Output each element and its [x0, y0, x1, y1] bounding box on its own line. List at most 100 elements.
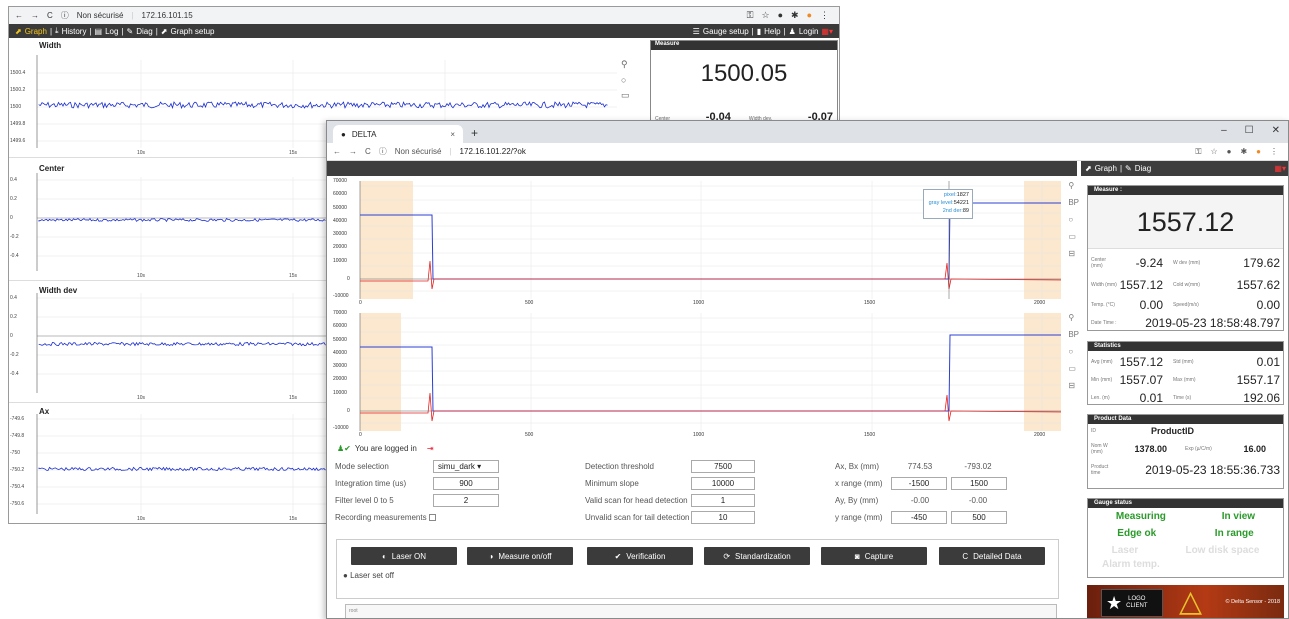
close-window-icon[interactable]: ✕	[1272, 125, 1280, 136]
nav-help[interactable]: Help	[764, 27, 780, 36]
new-tab-button[interactable]: +	[463, 126, 486, 143]
profile-plot-1[interactable]: 70000 60000 50000 40000 30000 20000 1000…	[333, 178, 1079, 309]
reset-icon[interactable]: ○	[621, 75, 630, 85]
reload-icon[interactable]: C	[47, 11, 53, 20]
menu-icon[interactable]: ⋮	[820, 10, 829, 21]
maximize-icon[interactable]: ☐	[1245, 125, 1254, 136]
book-icon: ▮	[756, 26, 762, 36]
globe-icon[interactable]: ●	[1227, 147, 1232, 157]
save-icon[interactable]: ▭	[1068, 232, 1079, 241]
hover-icon[interactable]: ⊟	[1068, 249, 1079, 258]
tab-delta[interactable]: ● DELTA ×	[333, 125, 463, 143]
login-text: You are logged in	[354, 444, 417, 453]
save-icon[interactable]: ▭	[621, 90, 630, 101]
profile-plot-2[interactable]: 70000 60000 50000 40000 30000 20000 1000…	[333, 310, 1079, 441]
recording-checkbox[interactable]	[428, 514, 436, 521]
save-icon[interactable]: ▭	[1068, 364, 1079, 373]
avatar[interactable]: ●	[1256, 147, 1261, 157]
key-icon[interactable]: ⚿	[1195, 147, 1201, 157]
minimize-icon[interactable]: –	[1221, 125, 1227, 136]
mode-select[interactable]: simu_dark ▾	[433, 460, 499, 473]
bp-icon[interactable]: BP	[1068, 330, 1079, 339]
yrange-label: y range (mm)	[835, 513, 883, 522]
bp-icon[interactable]: BP	[1068, 198, 1079, 207]
nav-diag[interactable]: Diag	[1135, 164, 1151, 173]
globe-icon[interactable]: ●	[778, 10, 783, 21]
filter-input[interactable]: 2	[433, 494, 499, 507]
detailed-data-button[interactable]: C Detailed Data	[939, 547, 1045, 565]
back-address-bar[interactable]: ← → C ⓘ Non sécurisé | 172.16.101.15 ⚿ ☆ ●…	[9, 7, 839, 24]
plot-ax[interactable]: Ax -749.6 -749.8 -750 -750.2 -750.4 -750…	[9, 406, 329, 523]
recording-label: Recording measurements	[335, 513, 427, 522]
nav-log[interactable]: Log	[105, 27, 118, 36]
star-icon[interactable]: ☆	[762, 10, 770, 21]
back-arrow-icon[interactable]: ←	[15, 11, 23, 20]
y-tick: 70000	[333, 178, 347, 184]
tail-input[interactable]: 10	[691, 511, 755, 524]
globe-icon: ●	[341, 129, 346, 139]
puzzle-icon[interactable]: ✱	[791, 10, 799, 21]
reload-icon[interactable]: C	[365, 147, 371, 156]
login-status: ♟✔ You are logged in ⇥	[337, 444, 434, 453]
reset-icon[interactable]: ○	[1068, 215, 1079, 224]
url-text[interactable]: 172.16.101.22/?ok	[460, 147, 526, 156]
y-tick: 10000	[333, 390, 347, 396]
yrange-max-input[interactable]: 500	[951, 511, 1007, 524]
y-tick: 20000	[333, 376, 347, 382]
zoom-icon[interactable]: ⚲	[621, 59, 630, 70]
integration-input[interactable]: 900	[433, 477, 499, 490]
temp-label: Temp. (°C)	[1091, 302, 1115, 308]
slope-input[interactable]: 10000	[691, 477, 755, 490]
x-tick: 15s	[289, 273, 298, 279]
card-header: Product Data	[1088, 415, 1283, 424]
yrange-min-input[interactable]: -450	[891, 511, 947, 524]
laser-on-button[interactable]: ◐ Laser ON	[351, 547, 457, 565]
x-tick: 15s	[289, 395, 298, 401]
zoom-icon[interactable]: ⚲	[1068, 181, 1079, 190]
nav-diag[interactable]: Diag	[136, 27, 152, 36]
refresh-icon: C	[962, 551, 969, 561]
nav-graph[interactable]: Graph	[1095, 164, 1117, 173]
capture-button[interactable]: ◙ Capture	[821, 547, 927, 565]
forward-arrow-icon[interactable]: →	[349, 147, 357, 156]
footer-logo-banner: ★ LOGO CLIENT △ © Delta Sensor - 2018	[1087, 585, 1284, 618]
slope-label: Minimum slope	[585, 479, 639, 488]
log-area[interactable]: root	[345, 604, 1057, 618]
detection-input[interactable]: 7500	[691, 460, 755, 473]
url-text[interactable]: 172.16.101.15	[142, 11, 193, 20]
nav-history[interactable]: History	[62, 27, 87, 36]
nav-graph[interactable]: Graph	[25, 27, 47, 36]
nav-graph-setup[interactable]: Graph setup	[170, 27, 214, 36]
xrange-min-input[interactable]: -1500	[891, 477, 947, 490]
ayby-label: Ay, By (mm)	[835, 496, 879, 505]
xrange-max-input[interactable]: 1500	[951, 477, 1007, 490]
y-tick: -10000	[333, 425, 349, 431]
x-tick: 0	[359, 432, 362, 438]
hover-icon[interactable]: ⊟	[1068, 381, 1079, 390]
nav-gauge-setup[interactable]: Gauge setup	[703, 27, 749, 36]
star-icon[interactable]: ☆	[1210, 147, 1217, 157]
standardization-button[interactable]: ⟳ Standardization	[704, 547, 810, 565]
measure-toggle-button[interactable]: ◑ Measure on/off	[467, 547, 573, 565]
avatar[interactable]: ●	[807, 10, 812, 21]
forward-arrow-icon[interactable]: →	[31, 11, 39, 20]
zoom-icon[interactable]: ⚲	[1068, 313, 1079, 322]
head-input[interactable]: 1	[691, 494, 755, 507]
len-label: Len. (m)	[1091, 395, 1110, 401]
menu-icon[interactable]: ⋮	[1270, 147, 1278, 157]
logout-icon[interactable]: ⇥	[427, 444, 434, 453]
plot-width-dev[interactable]: Width dev 0.4 0.2 0 -0.2 -0.4 10s 15s	[9, 285, 329, 403]
nav-login[interactable]: Login	[799, 27, 819, 36]
key-icon[interactable]: ⚿	[747, 10, 754, 21]
center-label: Center (mm)	[1091, 257, 1107, 269]
uk-flag-icon[interactable]: ▦▾	[1274, 164, 1286, 173]
reset-icon[interactable]: ○	[1068, 347, 1079, 356]
uk-flag-icon[interactable]: ▦▾	[821, 27, 833, 36]
plot-center[interactable]: Center 0.4 0.2 0 -0.2 -0.4 10s 15s	[9, 163, 329, 281]
close-tab-icon[interactable]: ×	[450, 130, 455, 139]
verification-button[interactable]: ✔ Verification	[587, 547, 693, 565]
front-address-bar[interactable]: ← → C ⓘ Non sécurisé | 172.16.101.22/?ok…	[327, 143, 1288, 161]
measure-value: 1500.05	[700, 60, 788, 87]
back-arrow-icon[interactable]: ←	[333, 147, 341, 156]
puzzle-icon[interactable]: ✱	[1240, 147, 1247, 157]
